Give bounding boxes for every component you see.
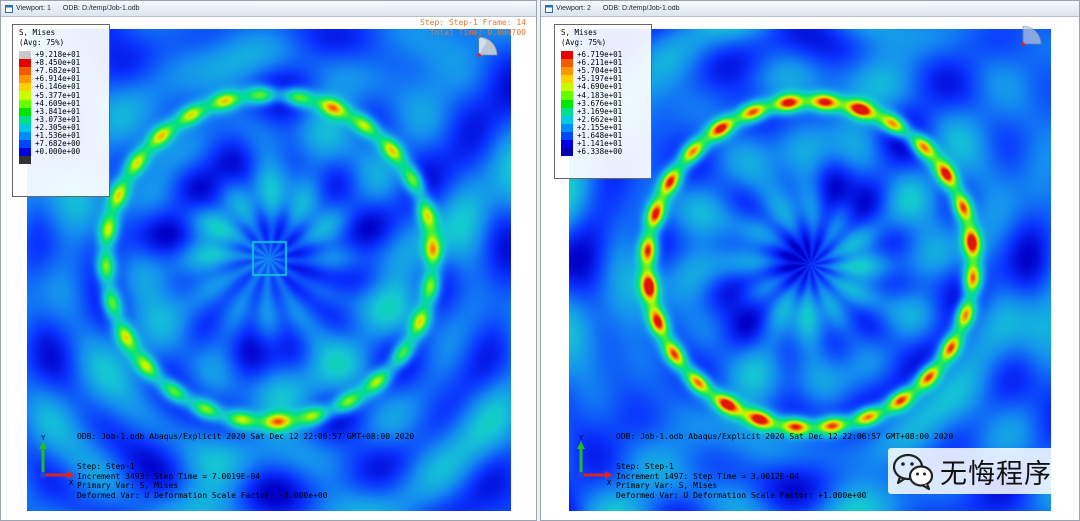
legend-swatch [561,83,573,92]
legend-swatch [19,131,31,141]
legend-swatch [561,107,573,116]
viewport-title: Viewport: 1 [16,5,51,12]
legend-swatch [561,59,573,68]
legend-swatch [19,107,31,116]
viewport-icon [5,4,13,13]
legend-swatch [19,123,31,132]
legend-swatch [19,115,31,124]
legend-swatch [19,140,31,149]
step-info-block: Step: Step-1 Increment 1497: Step Time =… [616,462,866,500]
legend-swatch [561,99,573,108]
legend-value: +0.000e+00 [35,147,81,157]
legend-swatch [561,75,573,84]
axis-triad-icon: Y X [577,434,613,485]
step-line: Step: Step-1 [616,462,674,471]
svg-text:Y: Y [41,434,46,442]
legend-swatch [561,140,573,149]
watermark: 无悔程序 [888,448,1058,494]
viewport-odb-path: ODB: D:/temp/Job-1.odb [602,5,680,12]
legend-swatch [561,148,573,157]
legend-title: S, Mises [561,28,598,37]
watermark-text: 无悔程序 [940,458,1052,490]
primary-var-line: Primary Var: S, Mises [77,481,179,490]
increment-line: Increment 1497: Step Time = 3.0012E-04 [616,471,800,481]
legend-swatch [561,91,573,100]
primary-var-line: Primary Var: S, Mises [616,481,718,490]
legend-swatch [19,91,31,100]
step-frame-info: Step: Step-1 Frame: 14 Total Time: 0.000… [420,18,526,38]
legend-swatch [561,67,573,76]
viewport-1[interactable]: Viewport: 1 ODB: D:/temp/Job-1.odb S, Mi… [0,0,537,521]
legend-swatch [19,156,31,165]
legend-row: +0.000e+00 [19,147,103,157]
contour-legend[interactable]: S, Mises (Avg: 75%) +9.218e+01 +8.450e+01… [12,24,110,197]
legend-swatch [561,115,573,124]
increment-line: Increment 3493: Step Time = 7.0019E-04 [77,471,261,481]
legend-swatch [561,51,573,60]
legend-rows: +6.719e+01 +6.211e+01 +5.704e+01 +5.197e+01… [561,51,645,157]
legend-swatch [561,123,573,132]
svg-text:X: X [69,479,74,485]
legend-title: S, Mises [19,28,56,37]
legend-swatch [19,75,31,84]
legend-subtitle: (Avg: 75%) [561,38,607,47]
step-frame-line: Step: Step-1 Frame: 14 [420,18,526,27]
view-cube-icon[interactable] [475,29,507,69]
legend-row: +6.338e+00 [561,147,645,157]
legend-swatch [19,148,31,157]
step-info-block: Step: Step-1 Increment 3493: Step Time =… [77,462,327,500]
deformed-var-line: Deformed Var: U Deformation Scale Factor… [616,490,867,500]
legend-swatch [561,131,573,141]
odb-info-line: ODB: Job-1.odb Abaqus/Explicit 2020 Sat … [616,432,954,441]
total-time-line: Total Time: 0.000700 [429,28,526,37]
svg-text:X: X [607,479,612,485]
legend-swatch [19,99,31,108]
step-line: Step: Step-1 [77,462,135,471]
axis-triad-icon: Y X [39,434,75,485]
view-cube-icon[interactable] [1019,18,1051,58]
legend-swatch [19,51,31,60]
viewport-2-titlebar[interactable]: Viewport: 2 ODB: D:/temp/Job-1.odb [541,1,1079,17]
legend-value: +6.338e+00 [577,147,623,157]
viewport-odb-path: ODB: D:/temp/Job-1.odb [62,5,140,12]
legend-subtitle: (Avg: 75%) [19,38,65,47]
viewport-2[interactable]: Viewport: 2 ODB: D:/temp/Job-1.odb S, Mi… [540,0,1080,521]
deformed-var-line: Deformed Var: U Deformation Scale Factor… [77,490,328,500]
svg-text:Y: Y [579,434,584,442]
contour-legend[interactable]: S, Mises (Avg: 75%) +6.719e+01 +6.211e+01… [554,24,652,179]
odb-info-line: ODB: Job-1.odb Abaqus/Explicit 2020 Sat … [77,432,415,441]
legend-rows: +9.218e+01 +8.450e+01 +7.682e+01 +6.914e+01… [19,51,103,165]
legend-swatch [19,59,31,68]
legend-swatch [19,67,31,76]
wechat-icon [892,453,934,491]
viewport-title: Viewport: 2 [556,5,591,12]
viewport-icon [545,4,553,13]
legend-row [19,156,103,165]
viewport-1-titlebar[interactable]: Viewport: 1 ODB: D:/temp/Job-1.odb [1,1,536,17]
legend-swatch [19,83,31,92]
